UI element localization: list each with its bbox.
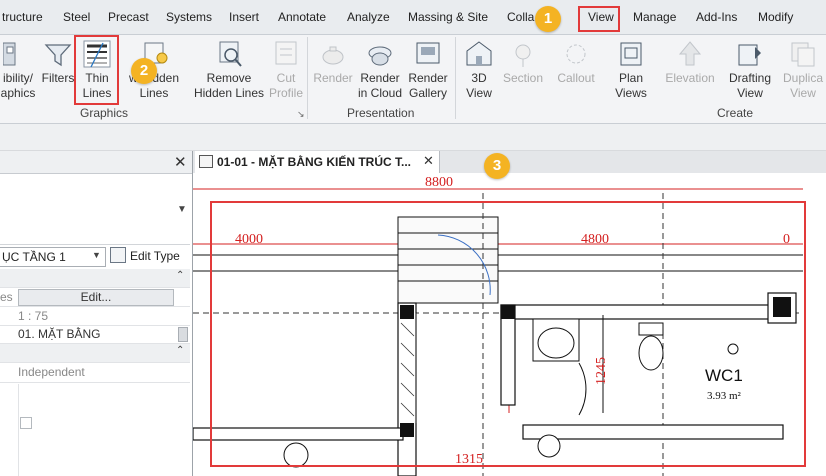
filters-icon <box>44 44 72 67</box>
teapot-icon <box>322 46 344 65</box>
tab-structure[interactable]: tructure <box>2 10 43 24</box>
edit-visibility-button[interactable]: Edit... <box>18 289 174 306</box>
edit-type-button[interactable]: Edit Type <box>110 247 190 265</box>
tab-massing-site[interactable]: Massing & Site <box>408 10 488 24</box>
3d-view-button[interactable]: 3D View <box>460 39 498 101</box>
render-button[interactable]: Render <box>312 39 354 86</box>
elevation-button[interactable]: Elevation <box>660 39 720 86</box>
tab-analyze[interactable]: Analyze <box>347 10 390 24</box>
drafting-view-icon <box>738 44 761 66</box>
view-tab[interactable]: 01-01 - MẶT BẰNG KIẾN TRÚC T... ✕ <box>195 151 440 173</box>
properties-header: ✕ <box>0 151 192 174</box>
filters-button[interactable]: Filters <box>40 39 76 86</box>
tab-insert[interactable]: Insert <box>229 10 259 24</box>
callout-marker-3: 3 <box>484 153 510 179</box>
visibility-graphics-button[interactable]: ibility/ aphics <box>0 39 36 101</box>
callout-marker-1: 1 <box>535 6 561 32</box>
drafting-view-button[interactable]: Drafting View <box>724 39 776 101</box>
graphics-row: es Edit... <box>0 288 190 307</box>
drawing-canvas[interactable]: 8800 4000 4800 0 1245 1315 WC1 3.93 m² <box>193 173 826 476</box>
edit-type-icon <box>110 247 126 263</box>
view-type-dropdown[interactable]: ỤC TẦNG 1 ▼ <box>0 247 106 267</box>
chevron-down-icon: ▼ <box>92 250 101 260</box>
remove-hidden-lines-icon <box>219 41 242 67</box>
collapse-icon[interactable]: ⌃ <box>176 270 184 281</box>
type-selector[interactable]: ▼ <box>0 174 190 245</box>
section-header[interactable]: ⌃ <box>0 344 190 363</box>
cut-profile-button[interactable]: Cut Profile <box>266 39 306 101</box>
options-bar <box>0 124 826 151</box>
house-3d-icon <box>466 41 492 66</box>
collapse-icon[interactable]: ⌃ <box>176 345 184 356</box>
close-icon[interactable]: ✕ <box>423 153 434 169</box>
group-separator <box>455 37 456 119</box>
callout-button[interactable]: Callout <box>548 39 604 86</box>
scale-row: 1 : 75 <box>0 307 190 326</box>
callout-marker-2: 2 <box>131 58 157 84</box>
section-header[interactable]: ⌃ <box>0 269 190 288</box>
visibility-graphics-icon <box>3 42 16 66</box>
thin-lines-highlight <box>74 35 119 105</box>
tab-add-ins[interactable]: Add-Ins <box>696 10 737 24</box>
callout-icon <box>566 44 586 64</box>
tab-collaborate[interactable]: Colla <box>507 10 534 24</box>
ribbon-panel: ibility/ aphics Filters Thin Lines w Hid… <box>0 35 826 124</box>
dialog-launcher-icon[interactable]: ↘ <box>297 109 305 120</box>
view-tab-highlight <box>578 6 620 32</box>
graphics-group-label: Graphics <box>80 106 129 120</box>
duplicate-view-button[interactable]: Duplica View <box>780 39 826 101</box>
close-icon[interactable]: ✕ <box>174 153 187 171</box>
dim-8800: 8800 <box>425 175 453 190</box>
section-icon <box>515 44 531 67</box>
tab-systems[interactable]: Systems <box>166 10 212 24</box>
presentation-group-label: Presentation <box>347 106 415 120</box>
properties-palette: ✕ ▼ ỤC TẦNG 1 ▼ Edit Type ⌃ es Edit... 1… <box>0 151 193 476</box>
view-tab-title: 01-01 - MẶT BẰNG KIẾN TRÚC T... <box>217 155 412 169</box>
drawing-highlight <box>210 201 806 467</box>
divider <box>18 384 19 476</box>
remove-hidden-lines-button[interactable]: Remove Hidden Lines <box>192 39 266 101</box>
tab-steel[interactable]: Steel <box>63 10 90 24</box>
tab-modify[interactable]: Modify <box>758 10 793 24</box>
scrollbar-thumb[interactable] <box>178 327 188 342</box>
elevation-icon <box>678 41 702 66</box>
render-cloud-icon <box>368 46 392 66</box>
render-gallery-icon <box>416 42 440 64</box>
create-group-label: Create <box>717 106 754 120</box>
tab-manage[interactable]: Manage <box>633 10 676 24</box>
tab-precast[interactable]: Precast <box>108 10 149 24</box>
ribbon-tab-bar: tructure Steel Precast Systems Insert An… <box>0 0 826 35</box>
duplicate-view-icon <box>791 42 815 67</box>
render-in-cloud-button[interactable]: Render in Cloud <box>356 39 404 101</box>
chevron-down-icon: ▼ <box>177 204 187 215</box>
plan-views-button[interactable]: Plan Views <box>608 39 654 101</box>
tab-annotate[interactable]: Annotate <box>278 10 326 24</box>
floor-plan-icon <box>199 155 213 168</box>
plan-views-icon <box>620 42 642 66</box>
revit-window: tructure Steel Precast Systems Insert An… <box>0 0 826 476</box>
cut-profile-icon <box>275 41 297 65</box>
dependency-row: Independent <box>0 362 190 383</box>
group-separator <box>307 37 308 119</box>
view-name-row[interactable]: 01. MẶT BẰNG <box>0 325 190 344</box>
checkbox[interactable] <box>20 417 32 429</box>
render-gallery-button[interactable]: Render Gallery <box>406 39 450 101</box>
section-button[interactable]: Section <box>500 39 546 86</box>
